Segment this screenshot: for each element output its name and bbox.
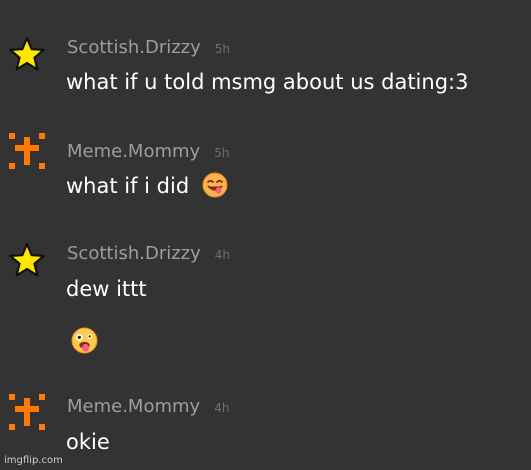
message-text: what if u told msmg about us dating:3 bbox=[66, 70, 469, 94]
username-text[interactable]: Meme.Mommy bbox=[67, 141, 200, 162]
message-text: okie bbox=[66, 430, 110, 454]
star-icon[interactable] bbox=[9, 242, 45, 278]
username[interactable]: Meme.Mommy 4h bbox=[67, 396, 229, 417]
imgflip-watermark: imgflip.com bbox=[4, 455, 63, 466]
message-text-row: what if i did bbox=[66, 172, 228, 198]
zany-face-emoji bbox=[71, 327, 98, 354]
username[interactable]: Meme.Mommy 5h bbox=[67, 141, 229, 162]
username[interactable]: Scottish.Drizzy 4h bbox=[67, 243, 230, 264]
pixel-cross-icon[interactable] bbox=[9, 394, 45, 430]
message-text: what if i did bbox=[66, 174, 190, 198]
timestamp: 5h bbox=[214, 42, 231, 56]
timestamp: 5h bbox=[214, 146, 230, 160]
timestamp: 4h bbox=[214, 248, 231, 262]
username[interactable]: Scottish.Drizzy 5h bbox=[67, 37, 230, 58]
username-text[interactable]: Meme.Mommy bbox=[67, 396, 200, 417]
timestamp: 4h bbox=[214, 401, 230, 415]
star-icon[interactable] bbox=[9, 36, 45, 72]
pixel-cross-icon[interactable] bbox=[9, 133, 45, 169]
message-text: dew ittt bbox=[66, 277, 147, 301]
username-text[interactable]: Scottish.Drizzy bbox=[67, 37, 201, 58]
username-text[interactable]: Scottish.Drizzy bbox=[67, 243, 201, 264]
smiling-face-with-tongue-emoji bbox=[202, 172, 228, 198]
